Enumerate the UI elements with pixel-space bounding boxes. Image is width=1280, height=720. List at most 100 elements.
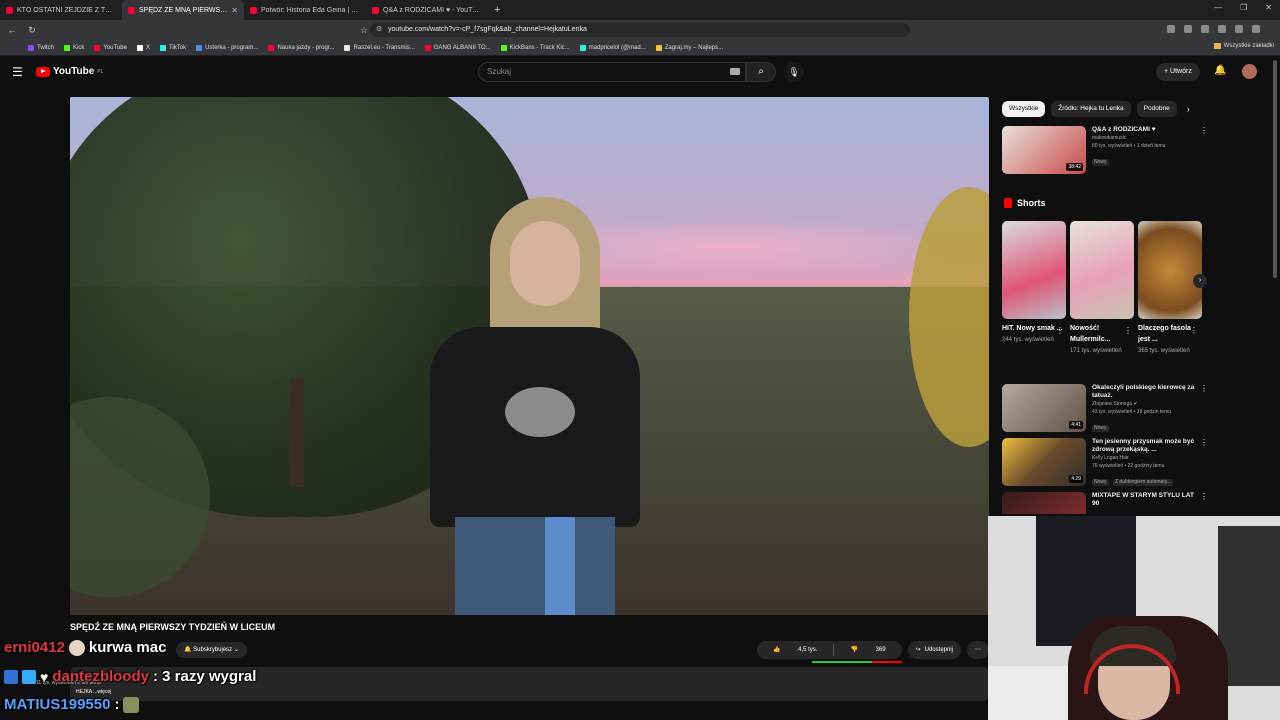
- youtube-header: ☰ YouTube PL Szukaj ⌕ 🎙 + Utwórz 🔔: [0, 57, 1280, 87]
- bookmark-item[interactable]: Nauka jazdy - progr...: [268, 44, 334, 51]
- kick-icon: [64, 44, 71, 51]
- extension-icon[interactable]: [1235, 25, 1243, 33]
- chip-related[interactable]: Podobne: [1136, 101, 1177, 117]
- chat-text: : 3 razy wygral: [152, 668, 257, 685]
- shorts-shelf: HIT. Nowy smak ... 244 tys. wyświetleń N…: [1002, 221, 1202, 356]
- more-vert-icon[interactable]: ⋮: [1200, 438, 1208, 447]
- bookmark-item[interactable]: Kick: [64, 44, 84, 51]
- recommendation-channel[interactable]: Zbigniew Stonoga ✔: [1092, 400, 1208, 408]
- bookmark-item[interactable]: madpricelol (@mad...: [579, 44, 646, 51]
- extension-icon[interactable]: [1218, 25, 1226, 33]
- dislike-button[interactable]: 👎 369: [834, 641, 901, 659]
- page-scrollbar[interactable]: [1273, 60, 1277, 278]
- more-icon: ⋯: [975, 647, 981, 653]
- person-jeans: [455, 517, 615, 615]
- more-vert-icon[interactable]: ⋮: [1124, 326, 1132, 335]
- more-vert-icon[interactable]: ⋮: [1200, 492, 1208, 501]
- account-avatar[interactable]: [1242, 64, 1257, 79]
- bookmark-item[interactable]: Raszel.eu - Transmis...: [344, 44, 415, 51]
- search-input[interactable]: Szukaj: [478, 62, 746, 82]
- new-tab-icon[interactable]: +: [494, 4, 500, 16]
- recommendation-title[interactable]: Ten jesienny przysmak może być zdrową pr…: [1092, 438, 1196, 454]
- chip-all[interactable]: Wszystkie: [1002, 101, 1046, 117]
- short-item[interactable]: Dlaczego fasola jest ... 365 tys. wyświe…: [1138, 221, 1202, 356]
- recommendation-title[interactable]: MIXTAPE W STARYM STYLU LAT 90: [1092, 492, 1196, 508]
- bookmark-item[interactable]: YouTube: [94, 44, 127, 51]
- chat-text: :: [114, 696, 120, 713]
- more-vert-icon[interactable]: ⋮: [1190, 326, 1198, 335]
- more-vert-icon[interactable]: ⋮: [1056, 326, 1064, 335]
- bookmark-item[interactable]: Zagraj.my – Najleps...: [655, 44, 723, 51]
- youtube-favicon-icon: [372, 6, 379, 14]
- all-bookmarks[interactable]: Wszystkie zakładki: [1213, 43, 1274, 49]
- new-badge: Nowy: [1092, 425, 1109, 432]
- extension-icon[interactable]: [1167, 25, 1175, 33]
- bookmark-item[interactable]: KickBans - Track Kic...: [500, 44, 570, 51]
- extension-icon[interactable]: [1184, 25, 1192, 33]
- recommendation-thumbnail[interactable]: 38:42: [1002, 126, 1086, 174]
- recommendation-title[interactable]: Q&A z RODZICAMI ♥: [1092, 126, 1196, 134]
- more-actions-button[interactable]: ⋯: [967, 641, 989, 659]
- more-vert-icon[interactable]: ⋮: [1200, 126, 1208, 135]
- recommendation-thumbnail[interactable]: 4:29: [1002, 438, 1086, 486]
- recommendation-item[interactable]: MIXTAPE W STARYM STYLU LAT 90 ⋮: [1002, 492, 1208, 514]
- create-button[interactable]: + Utwórz: [1156, 63, 1200, 81]
- short-item[interactable]: Nowość! Mullermilc... 171 tys. wyświetle…: [1070, 221, 1134, 356]
- close-window-icon[interactable]: ✕: [1265, 3, 1272, 12]
- subscribe-button[interactable]: 🔔 Subskrybujesz ⌄: [176, 642, 247, 658]
- short-thumbnail[interactable]: [1002, 221, 1066, 319]
- short-thumbnail[interactable]: [1138, 221, 1202, 319]
- share-button[interactable]: ↪ Udostępnij: [907, 641, 961, 659]
- browser-tab[interactable]: KTO OSTATNI ZEJDZIE Z TRAMPOLIN: [0, 0, 122, 20]
- recommendation-title[interactable]: Okaleczyli polskiego kierowcę za tatuaż.: [1092, 384, 1196, 400]
- site-info-icon[interactable]: ⚙: [376, 23, 382, 37]
- short-thumbnail[interactable]: [1070, 221, 1134, 319]
- youtube-logo[interactable]: YouTube PL: [36, 66, 103, 77]
- person-scarf: [545, 517, 575, 615]
- close-tab-icon[interactable]: ✕: [231, 6, 238, 15]
- more-vert-icon[interactable]: ⋮: [1200, 384, 1208, 393]
- address-bar-row: ← ↻ ☆ ⚙ youtube.com/watch?v=-cP_f7sgFqk&a…: [0, 20, 1280, 40]
- bookmark-item[interactable]: TikTok: [159, 44, 186, 51]
- recommendation-item[interactable]: 38:42 Q&A z RODZICAMI ♥ makowkamusic 80 …: [1002, 126, 1208, 174]
- like-button[interactable]: 👍 4,5 tys.: [757, 641, 834, 659]
- new-badge: Nowy: [1092, 479, 1109, 486]
- recommendation-item[interactable]: 4:29 Ten jesienny przysmak może być zdro…: [1002, 438, 1208, 488]
- browser-tab[interactable]: Potwór: Historia Eda Geina | Oficjaln: [244, 0, 366, 20]
- restore-icon[interactable]: ❐: [1240, 3, 1247, 12]
- description-text[interactable]: HEJKA ...więcej: [76, 689, 111, 695]
- voice-search-button[interactable]: 🎙: [784, 62, 804, 82]
- minimize-icon[interactable]: —: [1214, 3, 1222, 12]
- short-item[interactable]: HIT. Nowy smak ... 244 tys. wyświetleń: [1002, 221, 1066, 356]
- recommendation-thumbnail[interactable]: [1002, 492, 1086, 514]
- extension-icon[interactable]: [1201, 25, 1209, 33]
- video-title: SPĘDŹ ZE MNĄ PIERWSZY TYDZIEŃ W LICEUM: [70, 622, 276, 632]
- youtube-favicon-icon: [128, 6, 135, 14]
- video-player[interactable]: [70, 97, 989, 615]
- menu-icon[interactable]: ☰: [12, 65, 23, 79]
- shorts-next-button[interactable]: ›: [1193, 274, 1207, 288]
- chip-source[interactable]: Źródło: Hejka tu Lenka: [1051, 101, 1131, 117]
- bookmark-item[interactable]: Twitch: [28, 44, 54, 51]
- back-icon[interactable]: ←: [4, 25, 20, 35]
- recommendation-channel[interactable]: Kelly Logan Hair: [1092, 454, 1208, 462]
- browser-tab-active[interactable]: SPĘDŹ ZE MNĄ PIERWSZY TY✕: [122, 0, 244, 20]
- notifications-icon[interactable]: 🔔: [1214, 65, 1226, 76]
- video-person: [420, 197, 660, 615]
- extension-icon[interactable]: [1252, 25, 1260, 33]
- recommendation-channel[interactable]: makowkamusic: [1092, 134, 1208, 142]
- recommendation-item[interactable]: 4:41 Okaleczyli polskiego kierowcę za ta…: [1002, 384, 1208, 434]
- recommendation-thumbnail[interactable]: 4:41: [1002, 384, 1086, 432]
- chevron-right-icon[interactable]: ›: [1187, 104, 1190, 114]
- bookmark-item[interactable]: Usterka - program...: [196, 44, 258, 51]
- bookmark-item[interactable]: X: [136, 44, 150, 51]
- share-icon: ↪: [915, 647, 921, 653]
- url-field[interactable]: ⚙ youtube.com/watch?v=-cP_f7sgFqk&ab_chan…: [370, 23, 910, 37]
- browser-tab[interactable]: Q&A z RODZICAMI ♥ - YouTube: [366, 0, 488, 20]
- chat-message: erni0412 kurwa mac: [4, 639, 166, 656]
- search-button[interactable]: ⌕: [746, 62, 776, 82]
- reload-icon[interactable]: ↻: [24, 25, 40, 36]
- bookmark-item[interactable]: GANG ALBANII TO...: [424, 44, 491, 51]
- shorts-header: Shorts: [1004, 198, 1046, 208]
- keyboard-icon[interactable]: [730, 68, 740, 75]
